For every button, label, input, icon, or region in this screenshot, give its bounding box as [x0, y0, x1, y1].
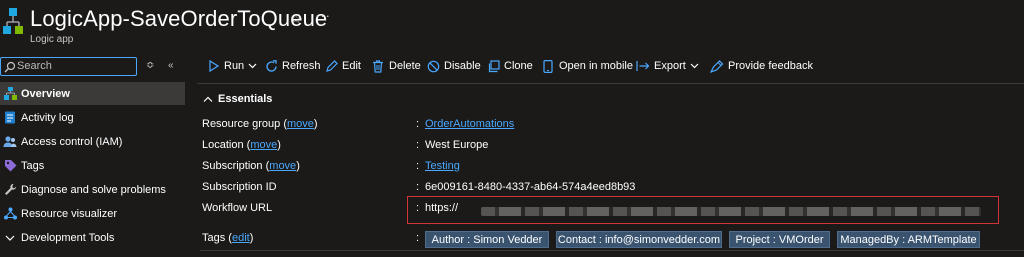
provide-feedback-button[interactable]: Provide feedback	[710, 55, 813, 77]
collapse-sidebar-icon[interactable]: «	[168, 60, 174, 71]
resource-group-label: Resource group (move)	[202, 118, 318, 130]
play-icon	[206, 59, 220, 73]
move-subscription-link[interactable]: move	[269, 160, 296, 172]
tag-chip-author[interactable]: Author : Simon Vedder	[425, 231, 549, 248]
tags-label: Tags (edit)	[202, 232, 254, 244]
tag-chip-project[interactable]: Project : VMOrder	[729, 231, 830, 248]
location-label: Location (move)	[202, 139, 281, 151]
separator: :	[416, 181, 420, 193]
activity-log-icon	[3, 111, 17, 125]
edit-tags-link[interactable]: edit	[232, 232, 250, 244]
run-label: Run	[224, 60, 245, 72]
people-icon	[3, 135, 17, 149]
chevron-down-icon	[690, 61, 699, 72]
resource-type-label: Logic app	[30, 34, 74, 45]
resource-group-link[interactable]: OrderAutomations	[425, 118, 514, 130]
subscription-value: Testing	[425, 160, 460, 172]
trash-icon	[371, 59, 385, 73]
resource-group-value: OrderAutomations	[425, 118, 514, 130]
chevron-up-icon	[203, 92, 213, 106]
divider	[200, 250, 1024, 251]
clone-button[interactable]: Clone	[486, 55, 533, 77]
sidebar-item-overview[interactable]: Overview	[0, 82, 185, 105]
chevron-down-icon	[248, 61, 257, 72]
network-icon	[3, 207, 17, 221]
disable-button[interactable]: Disable	[426, 55, 481, 77]
pencil-icon	[324, 59, 338, 73]
logic-app-icon	[3, 8, 23, 38]
essentials-toggle[interactable]: Essentials	[203, 92, 272, 106]
sidebar: ≎ « Overview Activity log	[0, 52, 185, 257]
clone-label: Clone	[504, 60, 533, 72]
location-value: West Europe	[425, 139, 489, 151]
workflow-url-label: Workflow URL	[202, 202, 273, 214]
export-label: Export	[654, 60, 686, 72]
provide-feedback-label: Provide feedback	[728, 60, 813, 72]
disable-icon	[426, 59, 440, 73]
expand-collapse-icon[interactable]: ≎	[146, 60, 154, 71]
wrench-icon	[3, 183, 17, 197]
search-input[interactable]	[17, 58, 132, 74]
sidebar-item-label: Activity log	[21, 111, 74, 124]
page-title: LogicApp-SaveOrderToQueue	[30, 6, 328, 31]
chevron-down-icon	[3, 231, 17, 245]
disable-label: Disable	[444, 60, 481, 72]
separator: :	[416, 139, 420, 151]
delete-label: Delete	[389, 60, 421, 72]
separator: :	[416, 160, 420, 172]
search-icon	[4, 60, 16, 73]
refresh-label: Refresh	[282, 60, 321, 72]
sidebar-item-label: Development Tools	[21, 231, 115, 244]
star-icon[interactable]: ☆	[290, 11, 302, 27]
edit-label: Edit	[342, 60, 361, 72]
subscription-link[interactable]: Testing	[425, 160, 460, 172]
clone-icon	[486, 59, 500, 73]
delete-button[interactable]: Delete	[371, 55, 421, 77]
mobile-icon	[541, 59, 555, 73]
sidebar-item-label: Resource visualizer	[21, 207, 117, 220]
sidebar-item-label: Tags	[21, 159, 45, 172]
overview-icon	[3, 87, 17, 101]
subscription-id-value: 6e009161-8480-4337-ab64-574a4eed8b93	[425, 181, 636, 193]
export-icon	[636, 59, 650, 73]
tag-chip-managed-by[interactable]: ManagedBy : ARMTemplate	[837, 231, 980, 248]
separator: :	[416, 202, 420, 214]
redacted-url	[481, 207, 981, 216]
divider	[197, 83, 1024, 84]
open-in-mobile-button[interactable]: Open in mobile	[541, 55, 633, 77]
sidebar-item-label: Access control (IAM)	[21, 135, 123, 148]
subscription-label: Subscription (move)	[202, 160, 300, 172]
sidebar-item-development-tools[interactable]: Development Tools	[0, 226, 185, 249]
separator: :	[416, 118, 420, 130]
separator: :	[416, 232, 420, 244]
subscription-id-label: Subscription ID	[202, 181, 277, 193]
move-location-link[interactable]: move	[250, 139, 277, 151]
tag-icon	[3, 159, 17, 173]
command-bar: Run Refresh Edit Delete Disable Clone Op…	[200, 55, 1024, 77]
refresh-button[interactable]: Refresh	[264, 55, 321, 77]
feedback-icon	[710, 59, 724, 73]
sidebar-item-label: Diagnose and solve problems	[21, 183, 166, 196]
essentials-title: Essentials	[218, 93, 273, 105]
sidebar-item-access-control[interactable]: Access control (IAM)	[0, 130, 185, 153]
sidebar-item-resource-visualizer[interactable]: Resource visualizer	[0, 202, 185, 225]
sidebar-item-diagnose[interactable]: Diagnose and solve problems	[0, 178, 185, 201]
sidebar-item-tags[interactable]: Tags	[0, 154, 185, 177]
open-in-mobile-label: Open in mobile	[559, 60, 633, 72]
more-options-icon[interactable]: ···	[315, 8, 331, 23]
move-resource-group-link[interactable]: move	[287, 118, 314, 130]
edit-button[interactable]: Edit	[324, 55, 361, 77]
workflow-url-value[interactable]: https://	[425, 202, 458, 214]
refresh-icon	[264, 59, 278, 73]
header: LogicApp-SaveOrderToQueue Logic app ☆ ··…	[0, 0, 1024, 48]
sidebar-item-label: Overview	[21, 87, 70, 100]
export-button[interactable]: Export	[636, 55, 699, 77]
tag-chip-contact[interactable]: Contact : info@simonvedder.com	[556, 231, 722, 248]
sidebar-item-activity-log[interactable]: Activity log	[0, 106, 185, 129]
run-button[interactable]: Run	[206, 55, 257, 77]
search-box[interactable]	[0, 57, 137, 76]
